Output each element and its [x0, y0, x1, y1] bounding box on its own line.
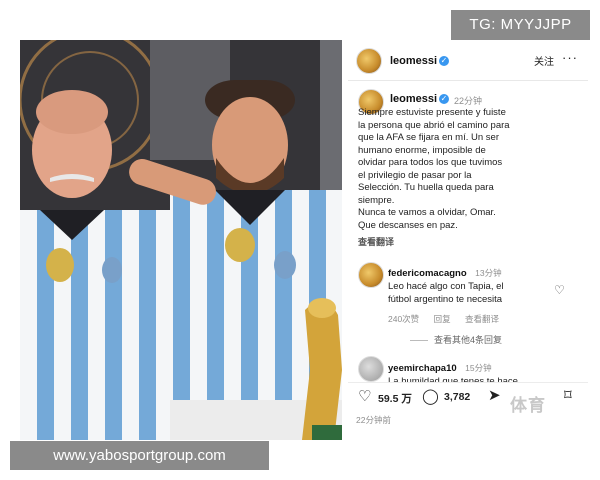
heart-icon[interactable]: ♡ [358, 387, 371, 405]
caption-line: el privilegio de pasar por la [358, 169, 472, 181]
follow-button[interactable]: 关注 [534, 53, 554, 68]
more-icon[interactable]: ··· [562, 50, 578, 65]
site-url-banner: www.yabosportgroup.com [10, 441, 269, 470]
comment-item: federicomacagno 13分钟 Leo hacé algo con T… [388, 263, 578, 325]
caption-line: Que descanses en paz. [358, 219, 458, 231]
caption-line: olvidar para todos los que tuvimos [358, 157, 503, 168]
comment-line: fútbol argentino te necesita [388, 293, 503, 305]
comment-icon[interactable]: ◯ [422, 387, 439, 405]
commenter-avatar[interactable] [358, 356, 384, 382]
post-photo [20, 40, 342, 440]
comment-heart-icon[interactable]: ♡ [554, 283, 565, 297]
post-time: 22分钟前 [356, 415, 391, 425]
post-action-bar: ♡ 59.5 万 ◯ 3,782 ➤ 体育 ⌑ 22分钟前 [348, 382, 588, 440]
likes-count: 59.5 万 [378, 393, 412, 405]
instagram-post-panel: leomessi ✓ 关注 ··· leomessi ✓ 22分钟 Siempr… [348, 40, 588, 440]
share-icon[interactable]: ➤ [488, 386, 501, 404]
verified-badge-icon: ✓ [439, 94, 449, 104]
verified-badge-icon: ✓ [439, 56, 449, 66]
avatar[interactable] [356, 48, 382, 74]
caption-line: humano enorme, imposible de [358, 144, 486, 156]
post-username[interactable]: leomessi [390, 55, 437, 67]
comment-time: 15分钟 [465, 363, 492, 373]
caption-line: que la AFA se fijara en mí. Un ser [358, 132, 499, 143]
comment-time: 13分钟 [475, 268, 502, 278]
caption-line: Selección. Tu huella queda para [358, 182, 494, 193]
post-header: leomessi ✓ 关注 ··· [348, 40, 588, 81]
caption-line: la persona que abrió el camino para [358, 119, 510, 131]
comment-translate-link[interactable]: 查看翻译 [465, 314, 499, 324]
caption-line: siempre. [358, 194, 395, 206]
comment-line: Leo hacé algo con Tapia, el [388, 281, 504, 292]
comments-count: 3,782 [444, 391, 471, 403]
caption-line: Nunca te vamos a olvidar, Omar. [358, 207, 496, 218]
bookmark-icon[interactable]: ⌑ [564, 386, 572, 404]
caption-time: 22分钟 [454, 96, 483, 106]
comment-username[interactable]: yeemirchapa10 [388, 363, 457, 374]
photo-illustration [20, 40, 342, 440]
caption-line: Siempre estuviste presente y fuiste [358, 107, 506, 118]
comment-username[interactable]: federicomacagno [388, 268, 467, 279]
comment-reply-button[interactable]: 回复 [434, 314, 451, 324]
caption-text: Siempre estuviste presente y fuiste la p… [358, 107, 546, 232]
view-more-replies-link[interactable]: 查看其他4条回复 [410, 333, 502, 346]
comment-likes[interactable]: 240次赞 [388, 314, 419, 324]
tg-watermark-banner: TG: MYYJJPP [451, 10, 590, 40]
caption-translate-link[interactable]: 查看翻译 [358, 235, 394, 248]
commenter-avatar[interactable] [358, 262, 384, 288]
sports-watermark: 体育 [510, 396, 546, 415]
caption-username[interactable]: leomessi [390, 93, 437, 105]
